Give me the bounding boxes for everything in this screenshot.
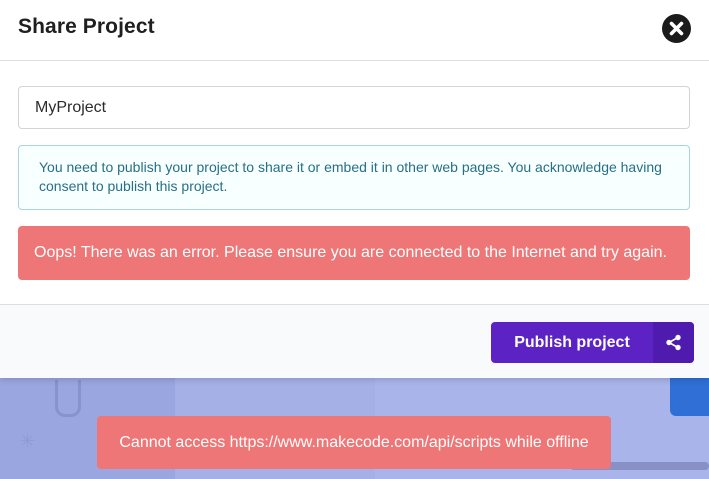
workspace-block bbox=[670, 378, 709, 416]
publish-project-button[interactable]: Publish project bbox=[491, 322, 694, 363]
project-name-input[interactable] bbox=[18, 86, 690, 129]
dialog-body: You need to publish your project to shar… bbox=[0, 61, 709, 304]
offline-toast: Cannot access https://www.makecode.com/a… bbox=[97, 416, 611, 469]
close-button[interactable] bbox=[662, 14, 691, 43]
connection-error-message: Oops! There was an error. Please ensure … bbox=[18, 226, 690, 280]
publish-info-message: You need to publish your project to shar… bbox=[18, 145, 690, 210]
publish-icon-container bbox=[653, 322, 694, 363]
dialog-header: Share Project bbox=[0, 0, 709, 61]
share-icon bbox=[666, 334, 681, 351]
publish-button-label: Publish project bbox=[514, 334, 630, 351]
star-decoration-icon: ✳ bbox=[20, 431, 36, 451]
share-project-dialog: Share Project You need to publish your p… bbox=[0, 0, 709, 378]
close-icon bbox=[669, 21, 684, 36]
dialog-title: Share Project bbox=[18, 15, 155, 38]
paperclip-decoration-icon bbox=[55, 380, 81, 417]
dialog-footer: Publish project bbox=[0, 304, 709, 378]
